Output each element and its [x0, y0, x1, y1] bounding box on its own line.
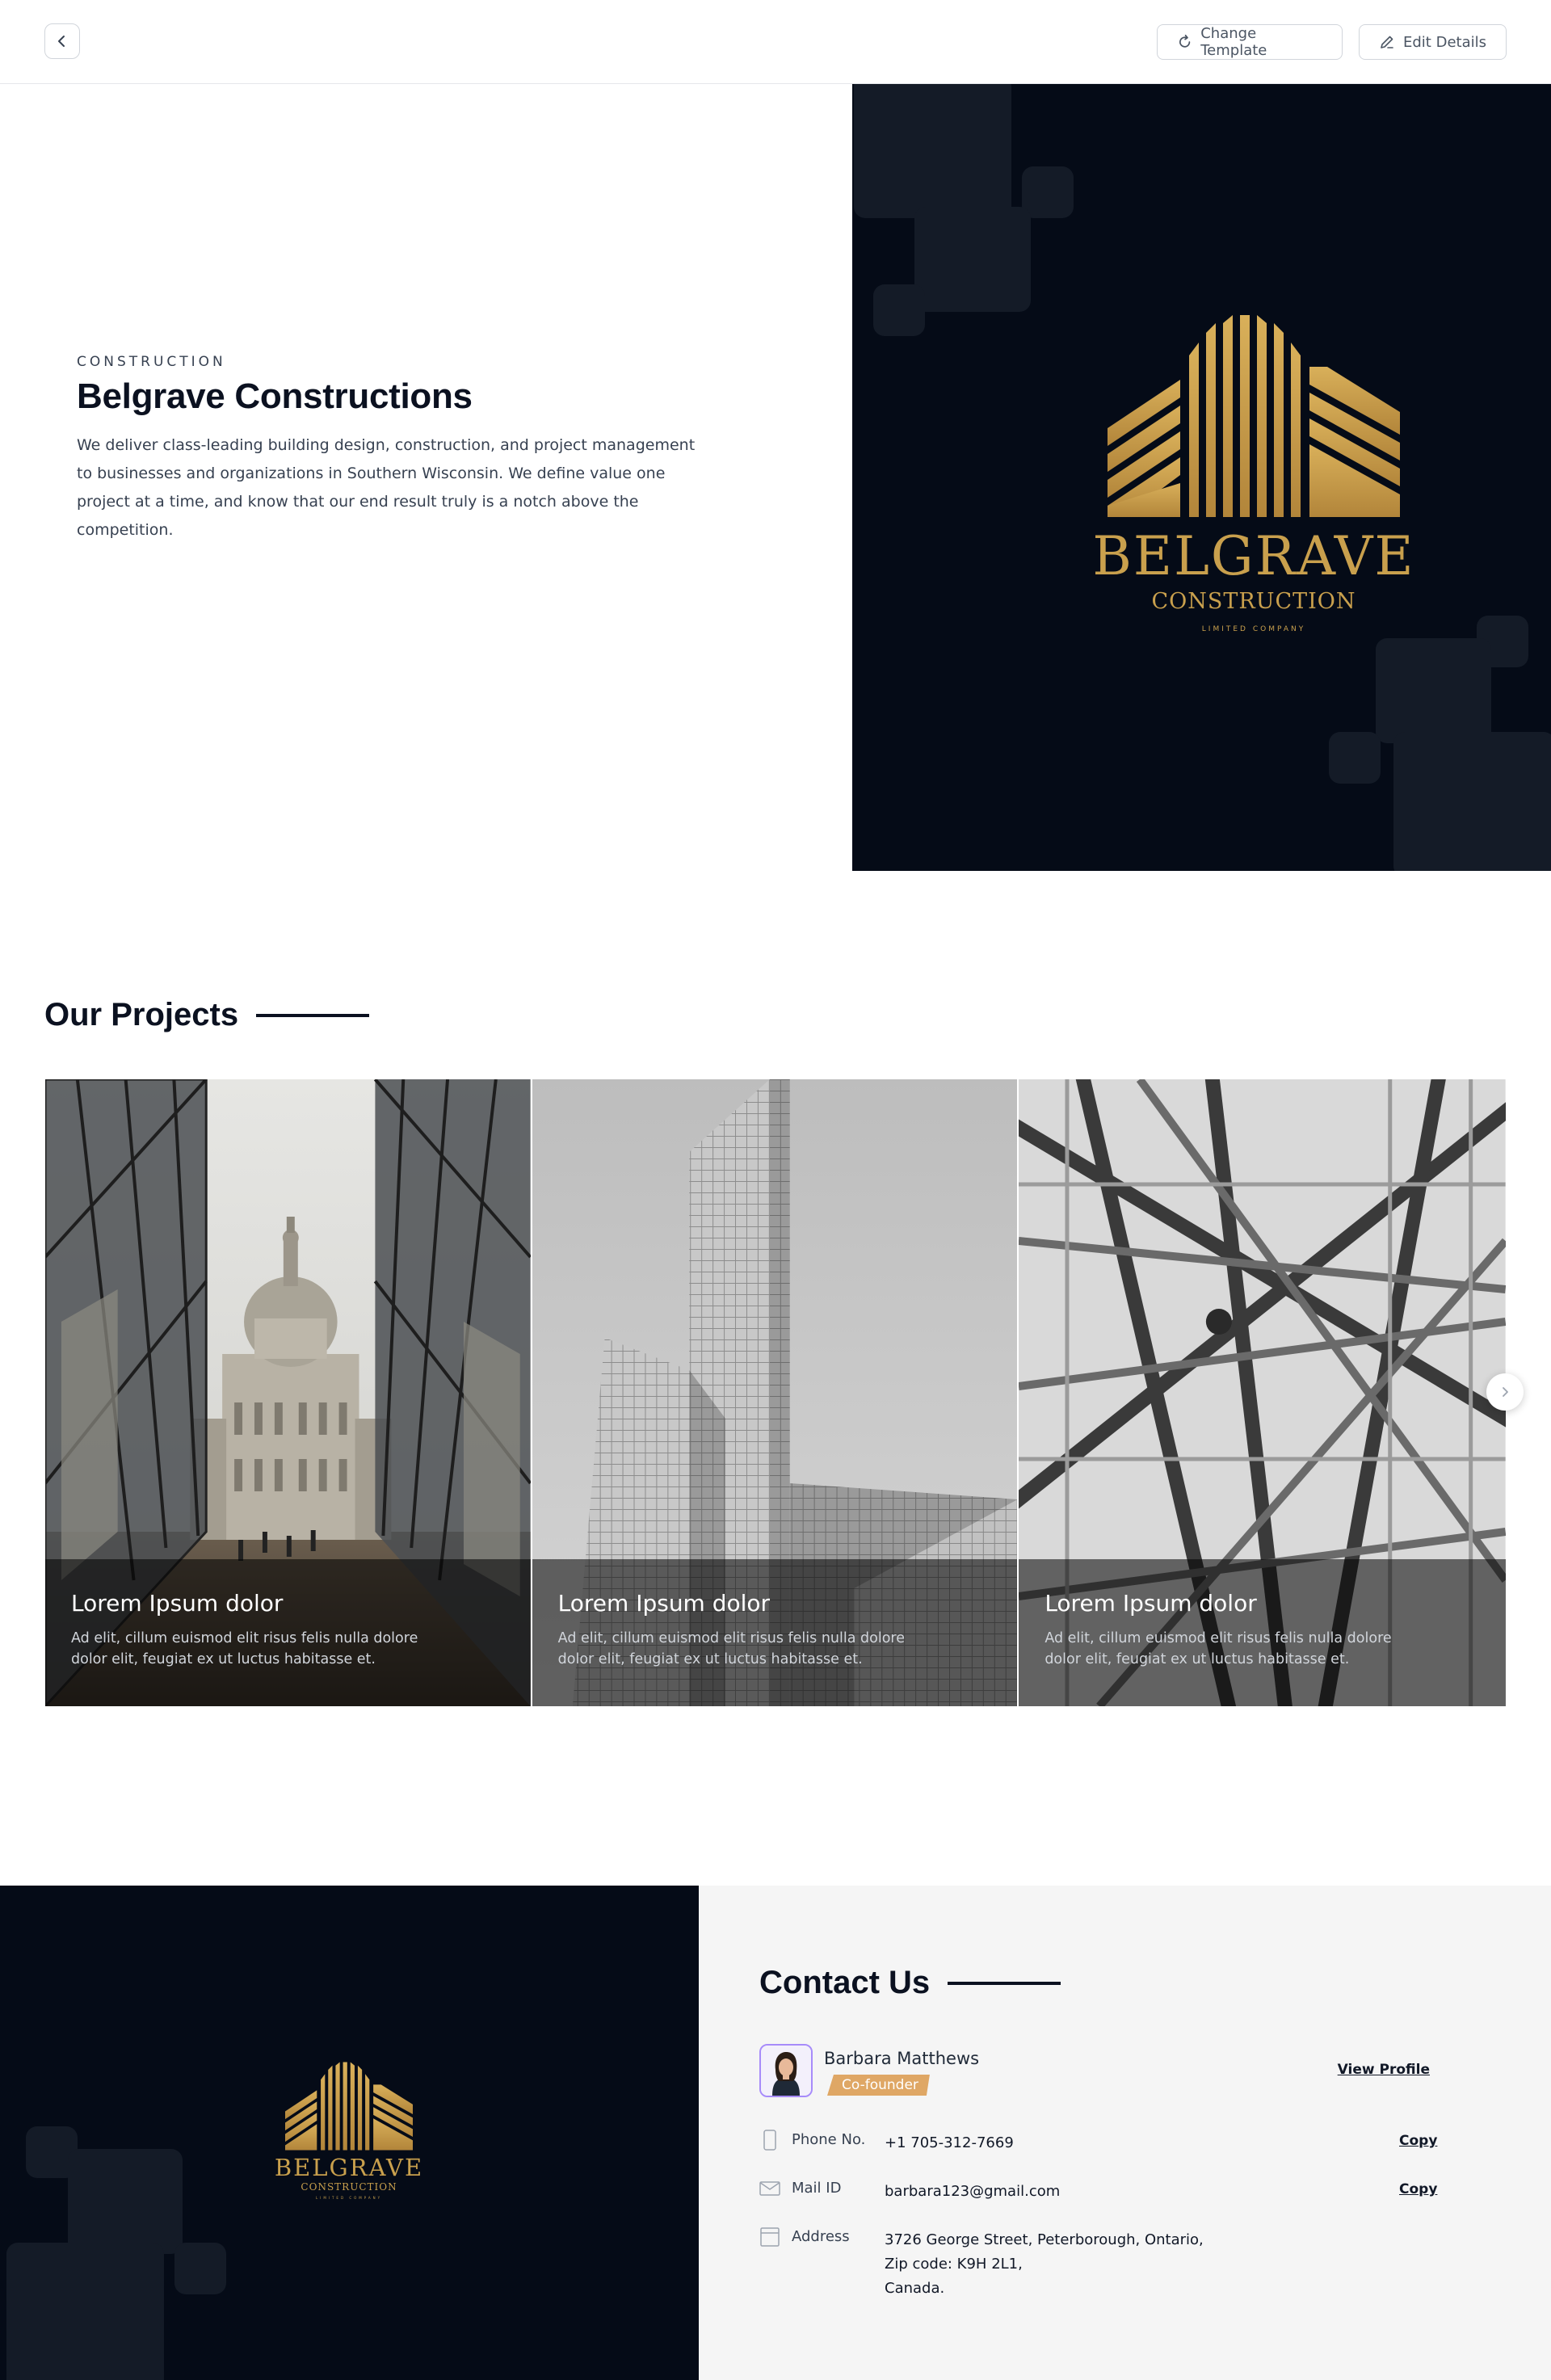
project-card[interactable]: Lorem Ipsum dolor Ad elit, cillum euismo… [532, 1079, 1019, 1706]
footer-company-logo: BELGRAVE CONSTRUCTION LIMITED COMPANY [228, 2062, 470, 2200]
logo-subtitle: CONSTRUCTION [1151, 589, 1356, 614]
change-template-button[interactable]: Change Template [1157, 24, 1343, 60]
decor-square [914, 207, 1031, 312]
edit-details-label: Edit Details [1403, 33, 1486, 51]
contact-heading: Contact Us [759, 1965, 1061, 2001]
decor-square [1393, 732, 1551, 871]
address-line-2: Zip code: K9H 2L1, [885, 2256, 1023, 2273]
pencil-icon [1381, 36, 1393, 48]
copy-phone-button[interactable]: Copy [1399, 2133, 1437, 2149]
card-title: Lorem Ipsum dolor [71, 1590, 284, 1617]
project-card[interactable]: Lorem Ipsum dolor Ad elit, cillum euismo… [1019, 1079, 1506, 1706]
chevron-left-icon [58, 36, 65, 47]
back-button[interactable] [44, 23, 80, 59]
projects-heading: Our Projects [44, 997, 370, 1033]
building-logo-icon [285, 2062, 413, 2151]
title-underline [256, 1013, 370, 1017]
card-title: Lorem Ipsum dolor [1045, 1590, 1257, 1617]
change-template-label: Change Template [1200, 25, 1267, 59]
person-avatar-icon [761, 2046, 811, 2096]
company-logo: BELGRAVE CONSTRUCTION LIMITED COMPANY [1052, 315, 1456, 633]
refresh-icon [1179, 34, 1191, 48]
contact-person: Barbara Matthews Co-founder View Profile [759, 2044, 1430, 2100]
contact-title: Contact Us [759, 1965, 931, 2000]
decor-square [68, 2149, 183, 2254]
phone-row: Phone No. +1 705-312-7669 Copy [759, 2130, 1437, 2157]
card-description: Ad elit, cillum euismod elit risus felis… [557, 1630, 905, 1667]
mail-icon [759, 2181, 780, 2196]
role-badge: Co-founder [827, 2075, 930, 2096]
mail-row: Mail ID barbara123@gmail.com Copy [759, 2178, 1437, 2205]
hero-eyebrow: CONSTRUCTION [77, 354, 226, 370]
address-line-3: Canada. [885, 2280, 945, 2297]
address-label: Address [792, 2228, 850, 2245]
decor-square [1022, 166, 1074, 218]
decor-square [6, 2243, 164, 2380]
logo-tagline: LIMITED COMPANY [1201, 625, 1306, 633]
mail-label: Mail ID [792, 2180, 842, 2197]
card-description: Ad elit, cillum euismod elit risus felis… [1045, 1630, 1392, 1667]
address-row: Address 3726 George Street, Peterborough… [759, 2227, 1373, 2307]
footer-logo-panel: BELGRAVE CONSTRUCTION LIMITED COMPANY [0, 1886, 699, 2380]
phone-value: +1 705-312-7669 [885, 2134, 1014, 2151]
avatar [759, 2044, 813, 2097]
hero-section: CONSTRUCTION Belgrave Constructions We d… [77, 354, 723, 545]
decor-square [1376, 638, 1491, 743]
projects-carousel: Lorem Ipsum dolor Ad elit, cillum euismo… [45, 1079, 1506, 1706]
copy-mail-button[interactable]: Copy [1399, 2181, 1437, 2197]
view-profile-link[interactable]: View Profile [1338, 2062, 1430, 2078]
edit-details-button[interactable]: Edit Details [1359, 24, 1507, 60]
building-logo-icon [1108, 315, 1400, 517]
decor-square [174, 2243, 226, 2294]
title-underline [948, 1981, 1061, 1985]
page-title: Belgrave Constructions [77, 376, 473, 416]
card-description: Ad elit, cillum euismod elit risus felis… [71, 1630, 418, 1667]
card-caption: Lorem Ipsum dolor Ad elit, cillum euismo… [1019, 1559, 1506, 1706]
carousel-next-button[interactable] [1486, 1373, 1524, 1411]
person-name: Barbara Matthews [824, 2049, 980, 2068]
address-value: 3726 George Street, Peterborough, Ontari… [885, 2228, 1232, 2301]
contact-section: Contact Us Barbara Matthews Co-founder V… [699, 1886, 1551, 2380]
card-caption: Lorem Ipsum dolor Ad elit, cillum euismo… [45, 1559, 531, 1706]
card-title: Lorem Ipsum dolor [557, 1590, 771, 1617]
address-line-1: 3726 George Street, Peterborough, Ontari… [885, 2231, 1204, 2248]
mail-value: barbara123@gmail.com [885, 2183, 1061, 2200]
project-card[interactable]: Lorem Ipsum dolor Ad elit, cillum euismo… [45, 1079, 532, 1706]
decor-square [854, 84, 1011, 218]
footer-logo-tagline: LIMITED COMPANY [315, 2196, 383, 2200]
hero-logo-panel: BELGRAVE CONSTRUCTION LIMITED COMPANY [852, 84, 1551, 871]
footer-logo-subtitle: CONSTRUCTION [301, 2181, 397, 2193]
card-caption: Lorem Ipsum dolor Ad elit, cillum euismo… [532, 1559, 1018, 1706]
footer-logo-name: BELGRAVE [274, 2154, 424, 2181]
projects-title: Our Projects [44, 997, 239, 1032]
chevron-right-icon [1503, 1387, 1508, 1397]
phone-label: Phone No. [792, 2131, 866, 2148]
decor-square [873, 284, 925, 336]
hero-description: We deliver class-leading building design… [77, 436, 696, 539]
top-bar: Change Template Edit Details [0, 0, 1551, 84]
building-icon [760, 2227, 780, 2247]
phone-icon [763, 2130, 776, 2151]
decor-square [1329, 732, 1381, 784]
logo-name: BELGRAVE [1092, 525, 1415, 587]
